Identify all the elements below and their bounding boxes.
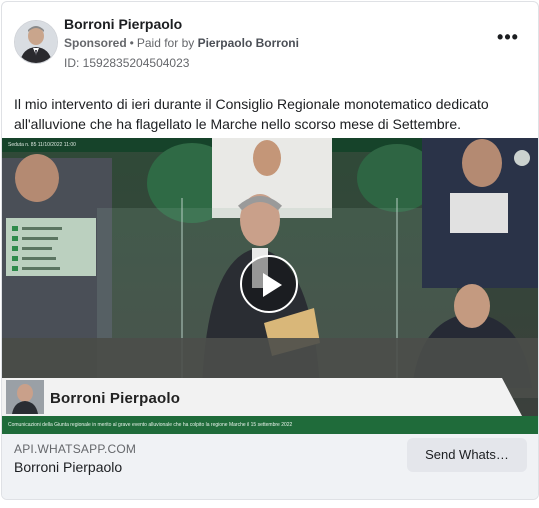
more-options-button[interactable]: •••: [496, 28, 520, 48]
sponsored-line: Sponsored • Paid for by Pierpaolo Borroni: [64, 36, 299, 50]
payer-name: Pierpaolo Borroni: [197, 36, 299, 50]
send-whatsapp-button[interactable]: Send Whats…: [407, 438, 527, 472]
ad-body-text: Il mio intervento di ieri durante il Con…: [14, 96, 489, 132]
ad-card: Borroni Pierpaolo Sponsored • Paid for by …: [1, 1, 539, 500]
more-horizontal-icon: •••: [497, 27, 519, 47]
link-title[interactable]: Borroni Pierpaolo: [14, 459, 122, 475]
ad-header: Borroni Pierpaolo Sponsored • Paid for by …: [2, 2, 538, 82]
library-id: ID: 1592835204504023: [64, 56, 190, 70]
play-button[interactable]: [240, 255, 298, 313]
lower-third-name: Borroni Pierpaolo: [50, 390, 181, 407]
ticker-text: Comunicazioni della Giunta regionale in …: [8, 422, 293, 428]
page-name[interactable]: Borroni Pierpaolo: [64, 16, 182, 32]
avatar-photo: [15, 21, 57, 63]
sponsored-label: Sponsored: [64, 36, 127, 50]
separator: •: [129, 36, 134, 50]
session-label: Seduta n. 85 11/10/2022 11:00: [8, 142, 76, 148]
play-icon: [263, 273, 282, 297]
link-domain: API.WHATSAPP.COM: [14, 442, 137, 456]
link-footer[interactable]: API.WHATSAPP.COM Borroni Pierpaolo Send …: [2, 434, 538, 499]
paid-for-prefix: Paid for by: [136, 36, 195, 50]
avatar[interactable]: [14, 20, 58, 64]
video-player[interactable]: Seduta n. 85 11/10/2022 11:00 Borroni Pi…: [2, 138, 538, 434]
